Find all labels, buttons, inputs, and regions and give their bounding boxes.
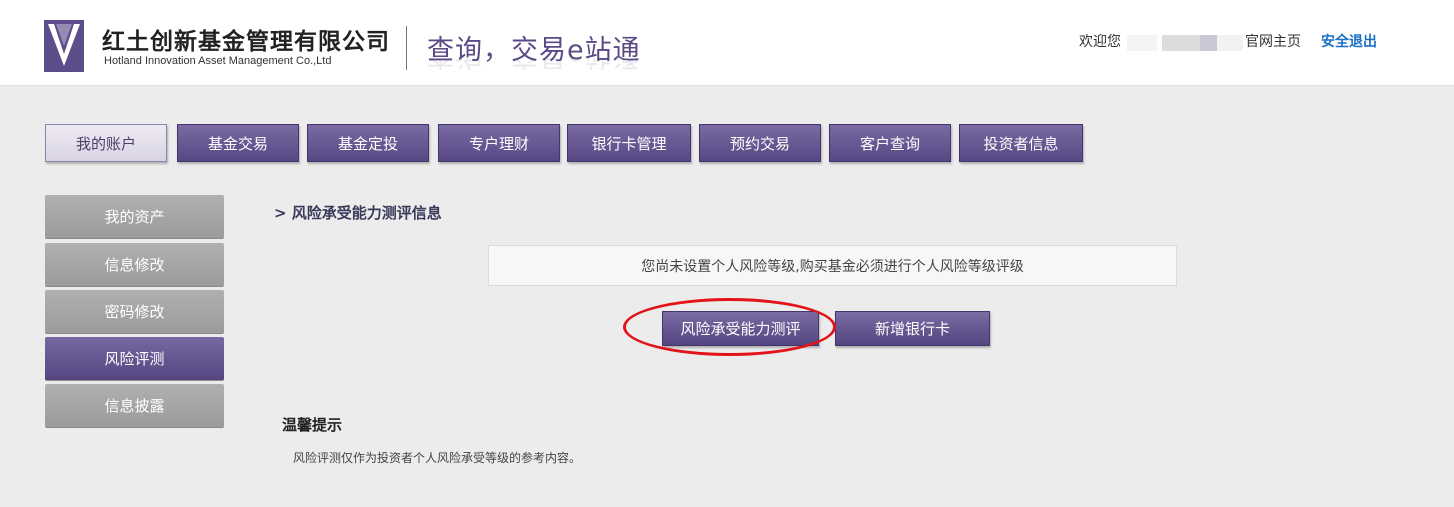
slogan-reflection: 查询，交易e站通 [427, 58, 641, 78]
tab-my-account[interactable]: 我的账户 [45, 124, 167, 162]
sidemenu-item-password-edit[interactable]: 密码修改 [45, 290, 224, 334]
tab-dedicated-account[interactable]: 专户理财 [438, 124, 560, 162]
logout-link[interactable]: 安全退出 [1321, 31, 1377, 51]
company-name-en: Hotland Innovation Asset Management Co.,… [104, 55, 332, 67]
tips-text: 风险评测仅作为投资者个人风险承受等级的参考内容。 [293, 451, 582, 465]
tab-fund-trading[interactable]: 基金交易 [177, 124, 299, 162]
company-name-cn: 红土创新基金管理有限公司 [102, 29, 390, 55]
homepage-link[interactable]: 官网主页 [1245, 31, 1301, 51]
add-bank-card-button[interactable]: 新增银行卡 [835, 311, 990, 346]
sidemenu-item-info-disclosure[interactable]: 信息披露 [45, 384, 224, 428]
company-logo[interactable] [44, 20, 84, 72]
sidemenu-item-my-assets[interactable]: 我的资产 [45, 195, 224, 239]
sidemenu-item-risk-assessment[interactable]: 风险评测 [45, 337, 224, 381]
tips-title: 温馨提示 [282, 416, 343, 434]
sidemenu-item-info-edit[interactable]: 信息修改 [45, 243, 224, 287]
tab-customer-query[interactable]: 客户查询 [829, 124, 951, 162]
tab-fund-auto-invest[interactable]: 基金定投 [307, 124, 429, 162]
tab-investor-info[interactable]: 投资者信息 [959, 124, 1083, 162]
section-title: > 风险承受能力测评信息 [274, 204, 442, 222]
page-header: 红土创新基金管理有限公司 Hotland Innovation Asset Ma… [0, 0, 1454, 86]
risk-level-notice: 您尚未设置个人风险等级,购买基金必须进行个人风险等级评级 [488, 245, 1177, 286]
redacted-username-block [1217, 35, 1243, 51]
risk-assessment-button[interactable]: 风险承受能力测评 [662, 311, 819, 346]
redacted-username-block [1162, 35, 1200, 51]
redacted-username-block [1200, 35, 1217, 51]
redacted-username [1127, 35, 1157, 51]
welcome-text: 欢迎您 [1079, 34, 1121, 50]
tab-reserved-trading[interactable]: 预约交易 [699, 124, 821, 162]
tab-bank-card-management[interactable]: 银行卡管理 [567, 124, 691, 162]
header-divider [406, 26, 407, 70]
